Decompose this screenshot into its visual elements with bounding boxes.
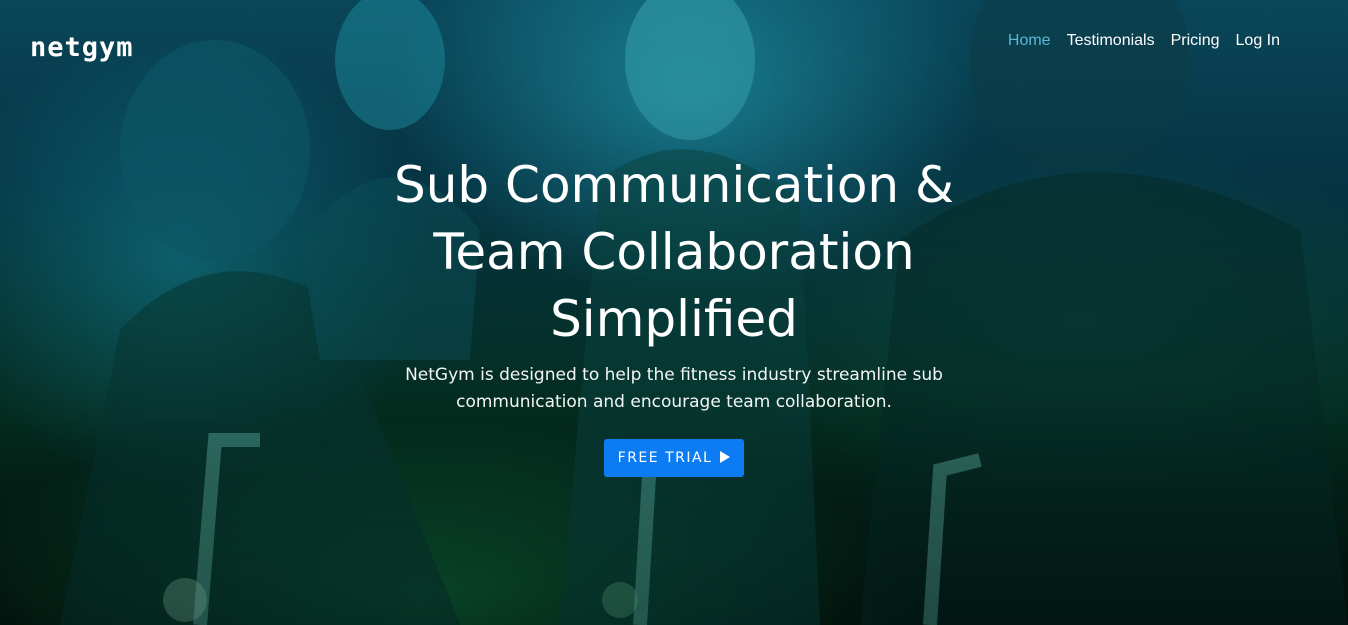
nav-pricing-link[interactable]: Pricing [1171, 30, 1220, 52]
free-trial-label: FREE TRIAL [617, 450, 713, 466]
hero-content: Sub Communication & Team Collaboration S… [0, 152, 1348, 477]
nav-testimonials-link[interactable]: Testimonials [1067, 30, 1155, 52]
nav-home-link[interactable]: Home [1008, 30, 1051, 52]
netgym-logo[interactable]: netgym [30, 30, 134, 66]
hero-subtext: NetGym is designed to help the fitness i… [405, 365, 943, 412]
hero-headline: Sub Communication & Team Collaboration S… [393, 156, 955, 348]
main-nav: Home Testimonials Pricing Log In [1008, 30, 1280, 52]
free-trial-button[interactable]: FREE TRIAL [603, 439, 745, 477]
nav-login-link[interactable]: Log In [1236, 30, 1280, 52]
hero-section: netgym Home Testimonials Pricing Log In … [0, 0, 1348, 625]
play-icon [720, 451, 731, 463]
